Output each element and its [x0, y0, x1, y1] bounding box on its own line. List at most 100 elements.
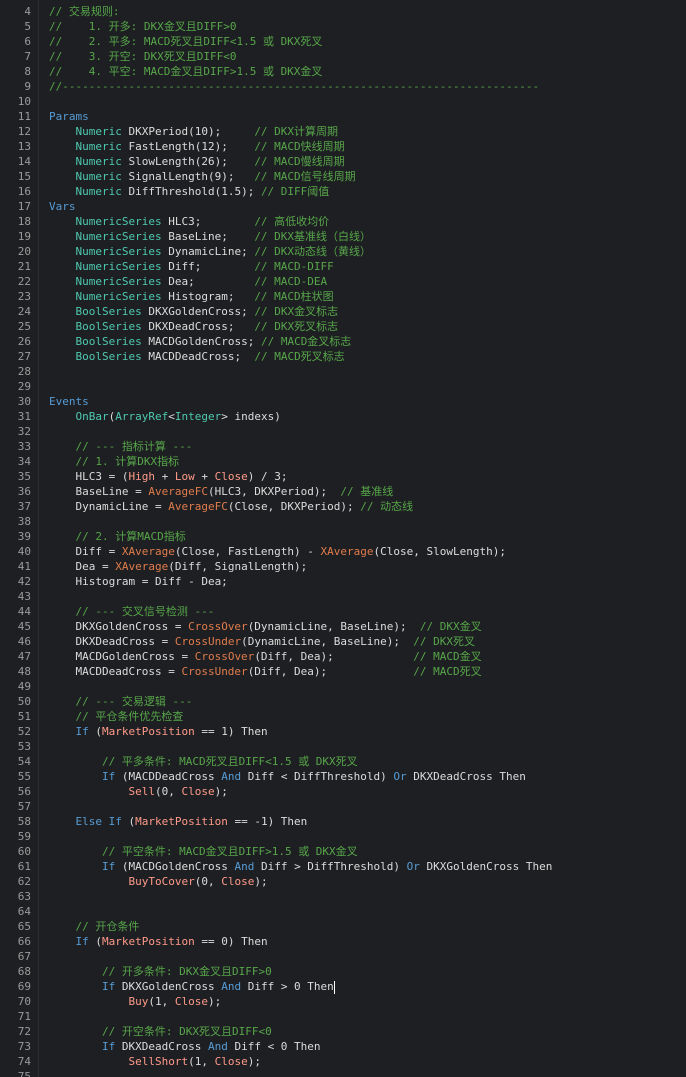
- code-line[interactable]: 8 // 4. 平空: MACD金叉且DIFF>1.5 或 DKX金叉: [0, 64, 686, 79]
- code-line[interactable]: 20 NumericSeries DynamicLine; // DKX动态线（…: [0, 244, 686, 259]
- code-line[interactable]: 69 If DKXGoldenCross And Diff > 0 Then: [0, 979, 686, 994]
- code-line[interactable]: 74 SellShort(1, Close);: [0, 1054, 686, 1069]
- code-line[interactable]: 26 BoolSeries MACDGoldenCross; // MACD金叉…: [0, 334, 686, 349]
- code-line[interactable]: 45 DKXGoldenCross = CrossOver(DynamicLin…: [0, 619, 686, 634]
- code-line[interactable]: 18 NumericSeries HLC3; // 高低收均价: [0, 214, 686, 229]
- code-line[interactable]: 5 // 1. 开多: DKX金叉且DIFF>0: [0, 19, 686, 34]
- code-token: Or: [393, 770, 407, 783]
- code-line[interactable]: 66 If (MarketPosition == 0) Then: [0, 934, 686, 949]
- code-token: // MACD-DEA: [254, 275, 328, 288]
- code-text: Numeric DKXPeriod(10); // DKX计算周期: [49, 124, 339, 139]
- code-token: );: [254, 875, 268, 888]
- code-token: Vars: [49, 200, 76, 213]
- code-line[interactable]: 63: [0, 889, 686, 904]
- code-line[interactable]: 40 Diff = XAverage(Close, FastLength) - …: [0, 544, 686, 559]
- code-line[interactable]: 39 // 2. 计算MACD指标: [0, 529, 686, 544]
- code-token: If: [101, 1040, 116, 1053]
- code-token: // 平仓条件优先检查: [75, 710, 184, 723]
- code-line[interactable]: 10: [0, 94, 686, 109]
- code-line[interactable]: 32: [0, 424, 686, 439]
- code-line[interactable]: 73 If DKXDeadCross And Diff < 0 Then: [0, 1039, 686, 1054]
- code-token: BoolSeries: [75, 335, 142, 348]
- code-line[interactable]: 7 // 3. 开空: DKX死叉且DIFF<0: [0, 49, 686, 64]
- code-line[interactable]: 58 Else If (MarketPosition == -1) Then: [0, 814, 686, 829]
- code-line[interactable]: 60 // 平空条件: MACD金叉且DIFF>1.5 或 DKX金叉: [0, 844, 686, 859]
- code-line[interactable]: 19 NumericSeries BaseLine; // DKX基准线（白线）: [0, 229, 686, 244]
- code-token: BoolSeries: [75, 350, 142, 363]
- code-line[interactable]: 56 Sell(0, Close);: [0, 784, 686, 799]
- line-number: 32: [17, 425, 31, 438]
- code-line[interactable]: 9 //-------------------------------------…: [0, 79, 686, 94]
- code-editor[interactable]: 4 // 交易规则: 5 // 1. 开多: DKX金叉且DIFF>0 6 // 2. 平…: [0, 0, 686, 1077]
- code-text: If (MACDDeadCross And Diff < DiffThresho…: [49, 769, 526, 784]
- code-line[interactable]: 41 Dea = XAverage(Diff, SignalLength);: [0, 559, 686, 574]
- code-token: (Diff, SignalLength);: [168, 560, 308, 573]
- code-line[interactable]: 23 NumericSeries Histogram; // MACD柱状图: [0, 289, 686, 304]
- code-line[interactable]: 14 Numeric SlowLength(26); // MACD慢线周期: [0, 154, 686, 169]
- code-line[interactable]: 47 MACDGoldenCross = CrossOver(Diff, Dea…: [0, 649, 686, 664]
- code-line[interactable]: 31 OnBar(ArrayRef<Integer> indexs): [0, 409, 686, 424]
- code-line[interactable]: 12 Numeric DKXPeriod(10); // DKX计算周期: [0, 124, 686, 139]
- code-token: // 4. 平空: MACD金叉且DIFF>1.5 或 DKX金叉: [49, 65, 323, 78]
- code-line[interactable]: 38: [0, 514, 686, 529]
- code-line[interactable]: 51 // 平仓条件优先检查: [0, 709, 686, 724]
- code-line[interactable]: 21 NumericSeries Diff; // MACD-DIFF: [0, 259, 686, 274]
- code-line[interactable]: 43: [0, 589, 686, 604]
- code-line[interactable]: 68 // 开多条件: DKX金叉且DIFF>0: [0, 964, 686, 979]
- code-line[interactable]: 57: [0, 799, 686, 814]
- code-line[interactable]: 71: [0, 1009, 686, 1024]
- code-line[interactable]: 11 Params: [0, 109, 686, 124]
- code-token: );: [214, 785, 228, 798]
- code-line[interactable]: 52 If (MarketPosition == 1) Then: [0, 724, 686, 739]
- code-line[interactable]: 53: [0, 739, 686, 754]
- code-line[interactable]: 48 MACDDeadCross = CrossUnder(Diff, Dea)…: [0, 664, 686, 679]
- code-line[interactable]: 4 // 交易规则:: [0, 4, 686, 19]
- code-line[interactable]: 27 BoolSeries MACDDeadCross; // MACD死叉标志: [0, 349, 686, 364]
- line-number: 31: [17, 410, 31, 423]
- code-line[interactable]: 72 // 开空条件: DKX死叉且DIFF<0: [0, 1024, 686, 1039]
- code-line[interactable]: 44 // --- 交叉信号检测 ---: [0, 604, 686, 619]
- code-line[interactable]: 33 // --- 指标计算 ---: [0, 439, 686, 454]
- code-line[interactable]: 35 HLC3 = (High + Low + Close) / 3;: [0, 469, 686, 484]
- code-line[interactable]: 25 BoolSeries DKXDeadCross; // DKX死叉标志: [0, 319, 686, 334]
- code-line[interactable]: 24 BoolSeries DKXGoldenCross; // DKX金叉标志: [0, 304, 686, 319]
- code-line[interactable]: 13 Numeric FastLength(12); // MACD快线周期: [0, 139, 686, 154]
- text-cursor: [333, 980, 335, 994]
- code-line[interactable]: 28: [0, 364, 686, 379]
- code-token: // MACD-DIFF: [254, 260, 334, 273]
- code-line[interactable]: 30 Events: [0, 394, 686, 409]
- code-line[interactable]: 67: [0, 949, 686, 964]
- code-line[interactable]: 17 Vars: [0, 199, 686, 214]
- code-line[interactable]: 70 Buy(1, Close);: [0, 994, 686, 1009]
- code-line[interactable]: 59: [0, 829, 686, 844]
- code-line[interactable]: 65 // 开仓条件: [0, 919, 686, 934]
- code-line[interactable]: 34 // 1. 计算DKX指标: [0, 454, 686, 469]
- code-line[interactable]: 46 DKXDeadCross = CrossUnder(DynamicLine…: [0, 634, 686, 649]
- code-line[interactable]: 75: [0, 1069, 686, 1077]
- code-line[interactable]: 15 Numeric SignalLength(9); // MACD信号线周期: [0, 169, 686, 184]
- line-number: 22: [17, 275, 31, 288]
- code-token: MACDDeadCross;: [141, 350, 255, 363]
- code-line[interactable]: 54 // 平多条件: MACD死叉且DIFF<1.5 或 DKX死叉: [0, 754, 686, 769]
- code-token: If: [101, 770, 116, 783]
- code-line[interactable]: 42 Histogram = Diff - Dea;: [0, 574, 686, 589]
- code-line[interactable]: 6 // 2. 平多: MACD死叉且DIFF<1.5 或 DKX死叉: [0, 34, 686, 49]
- code-line[interactable]: 37 DynamicLine = AverageFC(Close, DKXPer…: [0, 499, 686, 514]
- code-line[interactable]: 61 If (MACDGoldenCross And Diff > DiffTh…: [0, 859, 686, 874]
- code-token: // 高低收均价: [254, 215, 330, 228]
- code-token: // DKX计算周期: [254, 125, 339, 138]
- code-token: Numeric: [75, 155, 122, 168]
- code-token: // --- 交叉信号检测 ---: [75, 605, 215, 618]
- code-line[interactable]: 55 If (MACDDeadCross And Diff < DiffThre…: [0, 769, 686, 784]
- code-line[interactable]: 29: [0, 379, 686, 394]
- code-line[interactable]: 16 Numeric DiffThreshold(1.5); // DIFF阈值: [0, 184, 686, 199]
- code-line[interactable]: 49: [0, 679, 686, 694]
- code-line[interactable]: 62 BuyToCover(0, Close);: [0, 874, 686, 889]
- code-line[interactable]: 36 BaseLine = AverageFC(HLC3, DKXPeriod)…: [0, 484, 686, 499]
- code-line[interactable]: 22 NumericSeries Dea; // MACD-DEA: [0, 274, 686, 289]
- code-line[interactable]: 50 // --- 交易逻辑 ---: [0, 694, 686, 709]
- code-line[interactable]: 64: [0, 904, 686, 919]
- code-token: (Close, SlowLength);: [373, 545, 506, 558]
